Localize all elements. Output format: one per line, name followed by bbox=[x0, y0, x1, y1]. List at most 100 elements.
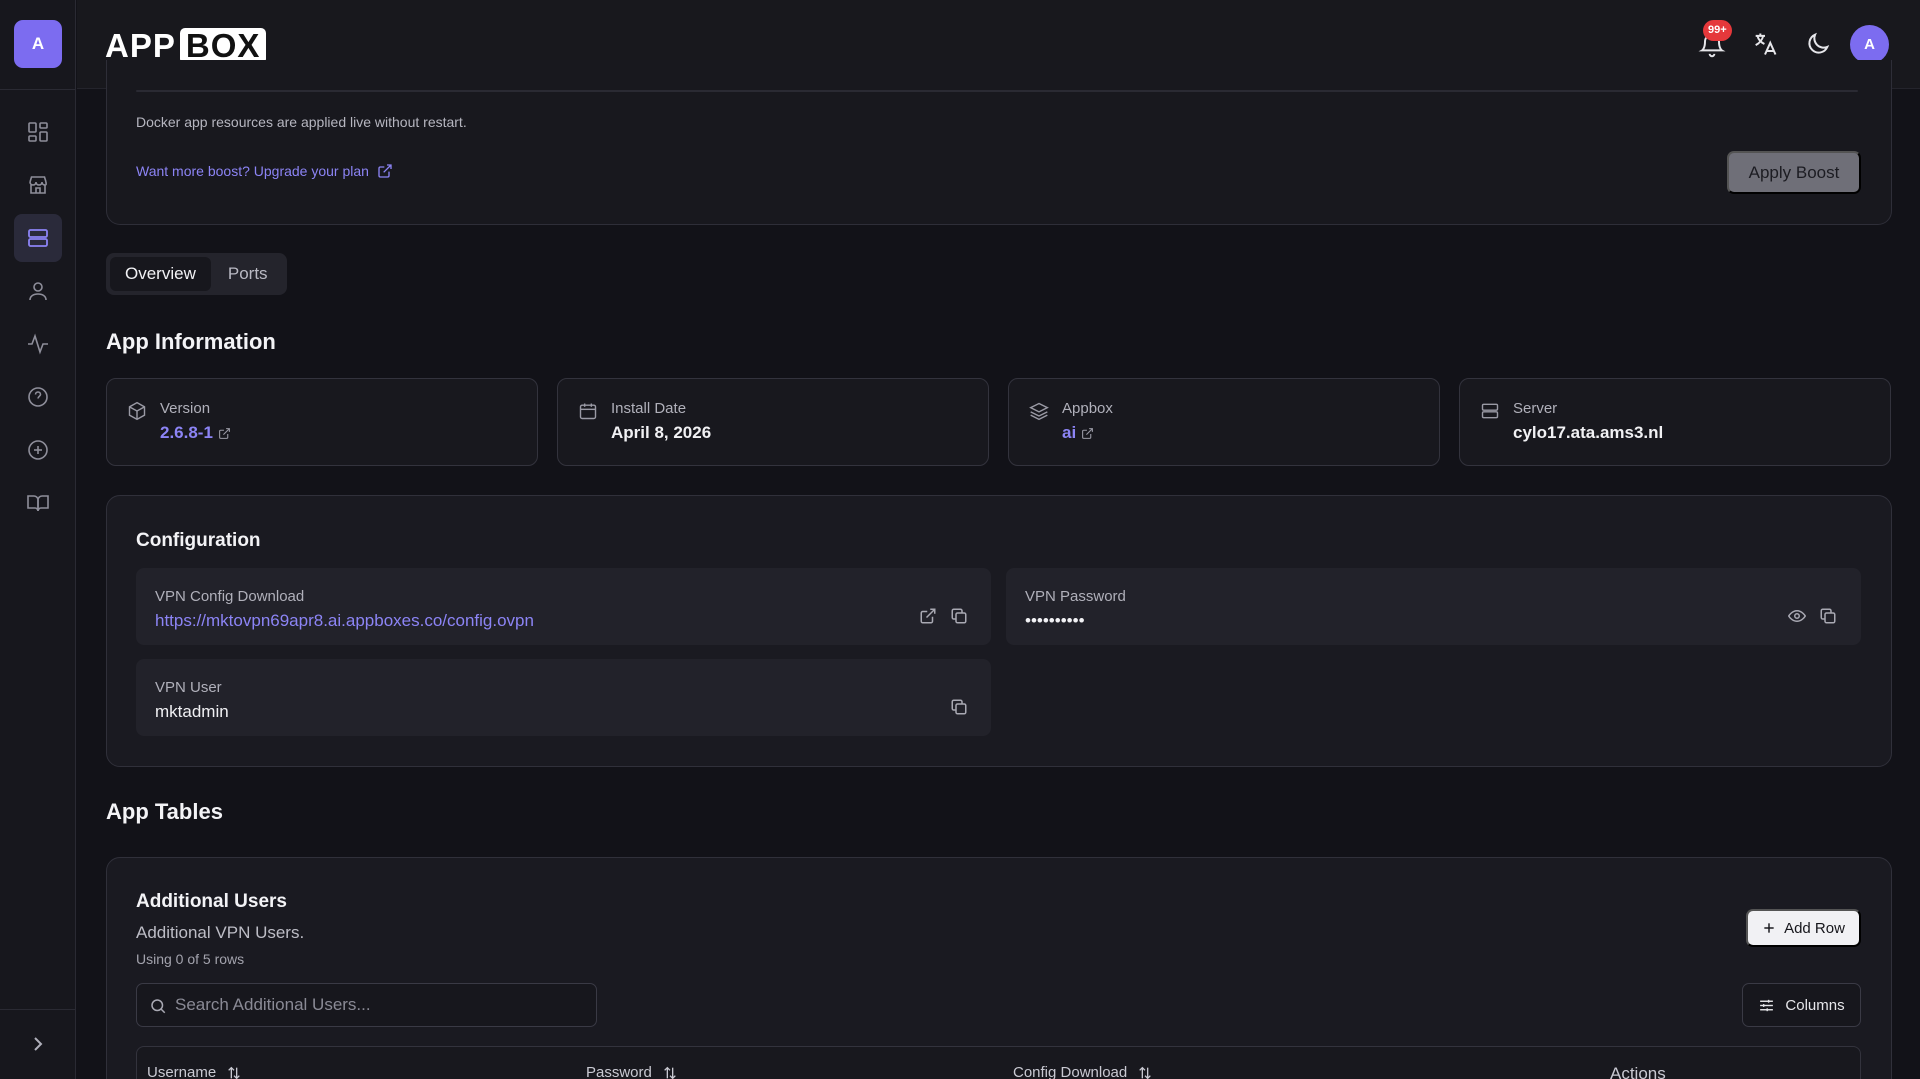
sidebar-item-add[interactable] bbox=[14, 426, 62, 474]
tab-ports[interactable]: Ports bbox=[213, 257, 283, 291]
plus-icon bbox=[1764, 923, 1774, 933]
translate-icon bbox=[1755, 33, 1777, 55]
sidebar-item-help[interactable] bbox=[14, 373, 62, 421]
sidebar-item-store[interactable] bbox=[14, 161, 62, 209]
vpn-password-value: •••••••••• bbox=[1025, 611, 1085, 630]
copy-button[interactable] bbox=[950, 607, 968, 625]
column-label: Password bbox=[586, 1064, 652, 1079]
field-label: VPN User bbox=[155, 679, 222, 696]
external-link-icon bbox=[219, 427, 230, 439]
sliders-icon bbox=[1760, 999, 1774, 1011]
open-link-button[interactable] bbox=[919, 607, 937, 625]
language-button[interactable] bbox=[1751, 30, 1779, 58]
info-card-appbox: Appbox ai bbox=[1008, 378, 1440, 466]
activity-icon bbox=[28, 333, 48, 355]
upgrade-link-text: Want more boost? Upgrade your plan bbox=[136, 163, 369, 179]
add-row-label: Add Row bbox=[1784, 919, 1845, 937]
copy-icon bbox=[951, 608, 967, 624]
appbox-value: ai bbox=[1062, 423, 1077, 442]
theme-toggle-button[interactable] bbox=[1804, 30, 1832, 58]
column-header-config-download[interactable]: Config Download bbox=[1013, 1064, 1153, 1079]
column-label: Config Download bbox=[1013, 1064, 1128, 1079]
sidebar: A bbox=[0, 0, 76, 1079]
user-icon bbox=[29, 282, 47, 301]
table-title: Additional Users bbox=[136, 891, 287, 912]
upgrade-plan-link[interactable]: Want more boost? Upgrade your plan bbox=[136, 163, 393, 179]
columns-button[interactable]: Columns bbox=[1742, 983, 1861, 1027]
apply-boost-button[interactable]: Apply Boost bbox=[1727, 151, 1861, 194]
info-label: Install Date bbox=[611, 400, 687, 417]
external-link-icon bbox=[920, 608, 936, 624]
dashboard-grid-icon bbox=[28, 122, 48, 142]
user-avatar[interactable]: A bbox=[1850, 25, 1889, 64]
sidebar-item-activity[interactable] bbox=[14, 320, 62, 368]
row-usage: Using 0 of 5 rows bbox=[136, 951, 245, 967]
add-row-button[interactable]: Add Row bbox=[1746, 909, 1861, 947]
plus-circle-icon bbox=[28, 440, 48, 460]
info-card-install-date: Install Date April 8, 2026 bbox=[557, 378, 989, 466]
info-card-server: Server cylo17.ata.ams3.nl bbox=[1459, 378, 1891, 466]
install-date-value: April 8, 2026 bbox=[611, 423, 712, 442]
vpn-config-link[interactable]: https://mktovpn69apr8.ai.appboxes.co/con… bbox=[155, 611, 534, 631]
boost-card bbox=[106, 60, 1892, 225]
boost-note: Docker app resources are applied live wi… bbox=[136, 114, 467, 130]
copy-button[interactable] bbox=[1819, 607, 1837, 625]
app-information-title: App Information bbox=[106, 329, 276, 354]
search-icon bbox=[151, 999, 166, 1014]
vpn-config-field: VPN Config Download https://mktovpn69apr… bbox=[136, 568, 991, 645]
sidebar-item-docs[interactable] bbox=[14, 479, 62, 527]
app-tables-title: App Tables bbox=[106, 799, 223, 824]
book-open-icon bbox=[27, 495, 49, 512]
moon-icon bbox=[1808, 32, 1830, 54]
table-header: Username Password Config Download Action… bbox=[136, 1046, 1861, 1079]
workspace-avatar[interactable]: A bbox=[14, 20, 62, 68]
vpn-user-value: mktadmin bbox=[155, 702, 229, 721]
info-label: Server bbox=[1513, 400, 1558, 417]
sort-icon bbox=[228, 1066, 241, 1079]
sidebar-item-dashboard[interactable] bbox=[14, 108, 62, 156]
field-label: VPN Password bbox=[1025, 588, 1126, 605]
search-input[interactable] bbox=[175, 984, 585, 1026]
layers-icon bbox=[1029, 402, 1049, 421]
column-label: Username bbox=[147, 1064, 217, 1079]
chevron-right-icon[interactable] bbox=[26, 1032, 50, 1056]
appbox-link[interactable]: ai bbox=[1062, 423, 1094, 443]
configuration-title: Configuration bbox=[136, 530, 261, 551]
column-header-password[interactable]: Password bbox=[586, 1064, 678, 1079]
tab-overview[interactable]: Overview bbox=[110, 257, 211, 291]
field-label: VPN Config Download bbox=[155, 588, 305, 605]
show-password-button[interactable] bbox=[1787, 607, 1807, 625]
boost-slider-edge bbox=[136, 90, 1858, 92]
server-icon bbox=[1481, 403, 1499, 419]
sidebar-bottom-divider bbox=[0, 1009, 76, 1010]
column-header-username[interactable]: Username bbox=[147, 1064, 242, 1079]
info-label: Appbox bbox=[1062, 400, 1113, 417]
info-card-version: Version 2.6.8-1 bbox=[106, 378, 538, 466]
server-value: cylo17.ata.ams3.nl bbox=[1513, 423, 1664, 442]
vpn-password-field: VPN Password •••••••••• bbox=[1006, 568, 1861, 645]
search-field[interactable] bbox=[136, 983, 597, 1027]
version-link[interactable]: 2.6.8-1 bbox=[160, 423, 231, 443]
copy-icon bbox=[1820, 608, 1836, 624]
sort-icon bbox=[664, 1066, 676, 1079]
external-link-icon bbox=[1082, 427, 1094, 439]
column-label: Actions bbox=[1610, 1064, 1666, 1079]
external-link-icon bbox=[378, 164, 392, 178]
calendar-icon bbox=[579, 403, 597, 420]
sort-icon bbox=[1139, 1066, 1152, 1079]
sidebar-item-servers[interactable] bbox=[14, 214, 62, 262]
package-icon bbox=[128, 401, 146, 421]
tab-bar: Overview Ports bbox=[106, 253, 287, 295]
copy-button[interactable] bbox=[950, 698, 968, 716]
info-label: Version bbox=[160, 400, 211, 417]
sidebar-item-account[interactable] bbox=[14, 267, 62, 315]
column-header-actions: Actions bbox=[1610, 1064, 1666, 1079]
version-value: 2.6.8-1 bbox=[160, 423, 213, 442]
help-circle-icon bbox=[28, 387, 48, 407]
sidebar-divider bbox=[0, 89, 76, 90]
notification-badge: 99+ bbox=[1703, 20, 1732, 41]
columns-label: Columns bbox=[1785, 996, 1845, 1014]
copy-icon bbox=[951, 699, 967, 715]
logo-text-box: BOX bbox=[179, 28, 267, 64]
vpn-user-field: VPN User mktadmin bbox=[136, 659, 991, 736]
